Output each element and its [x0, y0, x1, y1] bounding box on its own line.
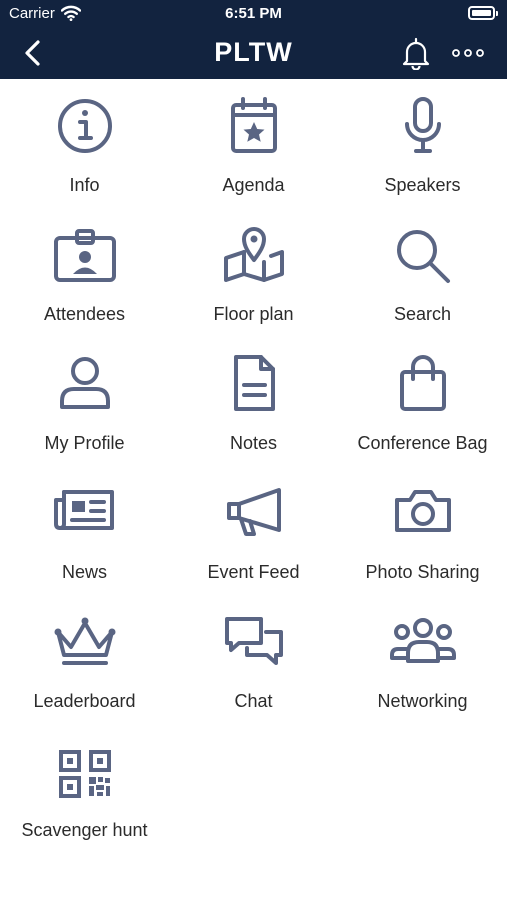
menu-grid: Info Agenda Speakers Attendees Floor pla…	[0, 93, 507, 867]
ellipsis-icon	[452, 49, 484, 57]
chevron-left-icon	[25, 40, 40, 66]
tile-label: Floor plan	[213, 304, 294, 324]
tile-label: Chat	[234, 691, 273, 711]
tile-label: Scavenger hunt	[21, 820, 148, 840]
search-icon	[388, 222, 458, 292]
tile-event-feed[interactable]: Event Feed	[169, 480, 338, 609]
tile-my-profile[interactable]: My Profile	[0, 351, 169, 480]
camera-icon	[388, 480, 458, 550]
tile-photo-sharing[interactable]: Photo Sharing	[338, 480, 507, 609]
tile-label: Agenda	[222, 175, 285, 195]
tile-info[interactable]: Info	[0, 93, 169, 222]
tile-label: Notes	[229, 433, 278, 453]
tile-networking[interactable]: Networking	[338, 609, 507, 738]
tile-label: Speakers	[384, 175, 461, 195]
bell-icon	[402, 37, 430, 71]
app-header: Carrier 6:51 PM PLTW	[0, 0, 507, 79]
megaphone-icon	[219, 480, 289, 550]
tile-speakers[interactable]: Speakers	[338, 93, 507, 222]
newspaper-icon	[50, 480, 120, 550]
battery-icon	[468, 6, 498, 20]
qr-code-icon	[50, 738, 120, 808]
tile-label: My Profile	[44, 433, 125, 453]
tile-label: Event Feed	[207, 562, 300, 582]
tile-leaderboard[interactable]: Leaderboard	[0, 609, 169, 738]
tile-label: Networking	[377, 691, 468, 711]
tile-agenda[interactable]: Agenda	[169, 93, 338, 222]
calendar-star-icon	[219, 93, 289, 163]
map-pin-icon	[219, 222, 289, 292]
tile-label: News	[61, 562, 107, 582]
microphone-icon	[388, 93, 458, 163]
tile-label: Photo Sharing	[365, 562, 480, 582]
tile-label: Leaderboard	[33, 691, 136, 711]
tile-label: Conference Bag	[357, 433, 488, 453]
group-icon	[388, 609, 458, 679]
tile-scavenger-hunt[interactable]: Scavenger hunt	[0, 738, 169, 867]
tile-label: Attendees	[43, 304, 126, 324]
tile-news[interactable]: News	[0, 480, 169, 609]
tile-notes[interactable]: Notes	[169, 351, 338, 480]
tile-label: Info	[69, 175, 100, 195]
tile-chat[interactable]: Chat	[169, 609, 338, 738]
status-time: 6:51 PM	[225, 5, 282, 22]
navigation-bar: PLTW	[0, 28, 507, 79]
back-button[interactable]	[18, 37, 50, 69]
crown-icon	[50, 609, 120, 679]
tile-search[interactable]: Search	[338, 222, 507, 351]
tile-floor-plan[interactable]: Floor plan	[169, 222, 338, 351]
info-icon	[50, 93, 120, 163]
tile-attendees[interactable]: Attendees	[0, 222, 169, 351]
tile-conference-bag[interactable]: Conference Bag	[338, 351, 507, 480]
shopping-bag-icon	[388, 351, 458, 421]
user-icon	[50, 351, 120, 421]
more-options-button[interactable]	[448, 38, 488, 68]
status-bar: Carrier 6:51 PM	[0, 0, 507, 28]
notifications-button[interactable]	[400, 36, 432, 71]
tile-label: Search	[393, 304, 452, 324]
id-badge-icon	[50, 222, 120, 292]
document-icon	[219, 351, 289, 421]
chat-bubbles-icon	[219, 609, 289, 679]
